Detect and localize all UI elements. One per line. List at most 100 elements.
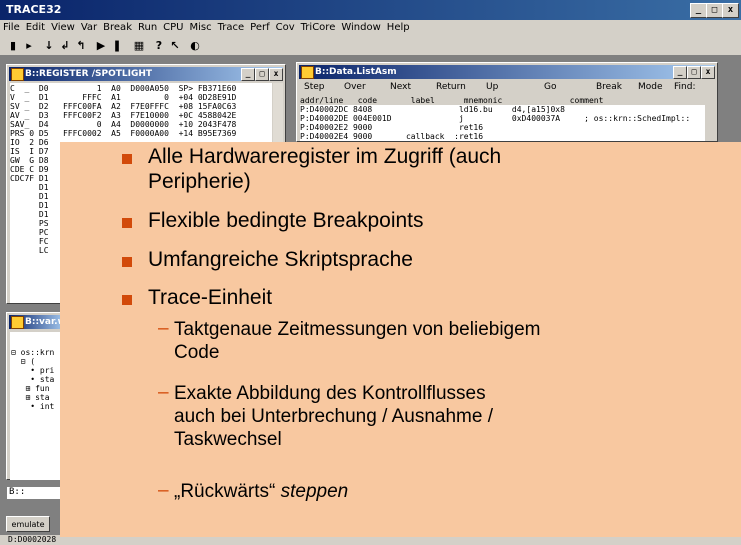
table-header: addr/line code label mnemonic comment (300, 96, 705, 105)
trace32-icon[interactable]: ◐ (188, 39, 202, 53)
up-button[interactable]: Up (486, 81, 498, 94)
menu-tricore[interactable]: TriCore (298, 20, 339, 33)
table-row[interactable]: P:D40002E2 9000 ret16 (300, 123, 483, 132)
tree-item[interactable]: ⊟ ( (11, 357, 35, 366)
register-row[interactable]: CDC7F D1 (10, 174, 49, 183)
register-row[interactable]: FC (10, 237, 49, 246)
register-row[interactable]: C _ D0 1 A0 D000A050 SP> FB371E60 (10, 84, 236, 93)
minimize-icon[interactable]: _ (241, 68, 255, 81)
listasm-window-titlebar[interactable]: B::Data.ListAsm _ □ x (299, 65, 715, 79)
register-row[interactable]: SV _ D2 FFFC00FA A2 F7E0FFFC +08 15FA0C6… (10, 102, 236, 111)
app-title-bar: TRACE32 _ □ x (0, 0, 741, 20)
var-watch-window: B::var.w ⊟ os::krn ⊟ ( • pri • sta ⊞ fun… (6, 312, 68, 480)
close-icon[interactable]: x (701, 66, 715, 79)
register-row[interactable]: D1 (10, 183, 49, 192)
step-over-icon[interactable]: ▸ (22, 39, 36, 53)
break-icon[interactable]: ❚ (110, 39, 124, 53)
register-row[interactable]: AV _ D3 FFFC00F2 A3 F7E10000 +0C 4588042… (10, 111, 236, 120)
slide-overlay-panel: Alle Hardwareregister im Zugriff (auch P… (60, 142, 741, 537)
help-icon[interactable]: ? (152, 39, 166, 53)
register-row[interactable]: CDE C D9 (10, 165, 49, 174)
tree-item[interactable]: • pri (11, 366, 54, 375)
register-row[interactable]: SAV_ D4 0 A4 D0000000 +10 2043F478 (10, 120, 236, 129)
menu-perf[interactable]: Perf (247, 20, 272, 33)
register-row[interactable]: LC (10, 246, 49, 255)
next-icon[interactable]: ↓ (42, 39, 56, 53)
menu-window[interactable]: Window (338, 20, 383, 33)
menu-trace[interactable]: Trace (215, 20, 248, 33)
register-row[interactable]: PS (10, 219, 49, 228)
close-icon[interactable]: x (269, 68, 283, 81)
menu-var[interactable]: Var (78, 20, 100, 33)
table-row[interactable]: P:D40002E4 9000 callback :ret16 (300, 132, 483, 141)
sub-bullet-dash: – (158, 480, 169, 501)
var-tree: ⊟ os::krn ⊟ ( • pri • sta ⊞ fun ⊞ sta • … (10, 332, 66, 480)
window-icon (301, 66, 314, 79)
go-button[interactable]: Go (544, 81, 556, 94)
register-row[interactable]: PC (10, 228, 49, 237)
return-icon[interactable]: ↲ (58, 39, 72, 53)
menu-run[interactable]: Run (135, 20, 160, 33)
context-help-icon[interactable]: ↖ (168, 39, 182, 53)
table-row[interactable]: P:D40002DC 8408 ld16.bu d4,[a15]0x8 (300, 105, 565, 114)
bullet-text: Flexible bedingte Breakpoints (148, 209, 424, 232)
menu-break[interactable]: Break (100, 20, 135, 33)
status-address: D:D0002028 (8, 535, 57, 544)
tree-item[interactable]: • int (11, 402, 54, 411)
menu-file[interactable]: File (0, 20, 23, 33)
go-icon[interactable]: ▶ (94, 39, 108, 53)
menu-help[interactable]: Help (384, 20, 413, 33)
over-button[interactable]: Over (344, 81, 366, 94)
up-icon[interactable]: ↰ (74, 39, 88, 53)
step-icon[interactable]: ▮ (6, 39, 20, 53)
break-button[interactable]: Break (596, 81, 622, 94)
mode-button[interactable]: Mode (638, 81, 663, 94)
register-window-titlebar[interactable]: B::REGISTER /SPOTLIGHT _ □ x (9, 67, 283, 81)
step-button[interactable]: Step (304, 81, 325, 94)
find-label: Find: (674, 82, 696, 92)
menu-cpu[interactable]: CPU (160, 20, 186, 33)
minimize-icon[interactable]: _ (673, 66, 687, 79)
tree-item[interactable]: ⊞ sta (11, 393, 49, 402)
sub-bullet-line: Taskwechsel (174, 429, 282, 450)
sub-bullet-line: auch bei Unterbrechung / Ausnahme / (174, 406, 493, 427)
menu-bar: File Edit View Var Break Run CPU Misc Trace Perf C… (0, 20, 741, 36)
sub-bullet-dash: – (158, 318, 169, 339)
register-row[interactable]: GW G D8 (10, 156, 49, 165)
register-row[interactable]: IO 2 D6 (10, 138, 49, 147)
menu-edit[interactable]: Edit (23, 20, 48, 33)
next-button[interactable]: Next (390, 81, 411, 94)
mode-icon[interactable]: ▦ (132, 39, 146, 53)
app-title: TRACE32 (6, 3, 62, 16)
register-row[interactable]: IS I D7 (10, 147, 49, 156)
emulate-button[interactable]: emulate (6, 516, 50, 532)
register-row[interactable]: V _ D1 FFFC A1 0 +04 0D28E91D (10, 93, 236, 102)
table-row[interactable]: P:D40002DE 004E001D j 0xD400037A ; os::k… (300, 114, 690, 123)
return-button[interactable]: Return (436, 81, 466, 94)
tree-item[interactable]: • sta (11, 375, 54, 384)
sub-bullet-line: Exakte Abbildung des Kontrollflusses (174, 383, 486, 404)
register-row[interactable]: D1 (10, 210, 49, 219)
bullet-text: Alle Hardwareregister im Zugriff (auch P… (148, 144, 501, 194)
sub-bullet-dash: – (158, 382, 169, 403)
menu-misc[interactable]: Misc (187, 20, 215, 33)
register-row[interactable]: D1 (10, 201, 49, 210)
close-icon[interactable]: x (722, 3, 739, 18)
minimize-icon[interactable]: _ (690, 3, 707, 18)
bullet-square (122, 295, 132, 305)
register-row[interactable]: PRS 0 D5 FFFC0002 A5 F0000A00 +14 B95E73… (10, 129, 236, 138)
maximize-icon[interactable]: □ (255, 68, 269, 81)
command-input[interactable]: B:: (6, 486, 66, 500)
tree-item[interactable]: ⊟ os::krn (11, 348, 54, 357)
maximize-icon[interactable]: □ (687, 66, 701, 79)
menu-cov[interactable]: Cov (273, 20, 298, 33)
menu-view[interactable]: View (48, 20, 78, 33)
var-window-titlebar[interactable]: B::var.w (9, 315, 66, 329)
listasm-toolbar: Step Over Next Return Up Go Break Mode F… (300, 81, 716, 95)
bullet-line: Alle Hardwareregister im Zugriff (auch (148, 145, 502, 168)
maximize-icon[interactable]: □ (706, 3, 723, 18)
register-row[interactable]: D1 (10, 192, 49, 201)
listasm-window-title: B::Data.ListAsm (315, 67, 397, 77)
sub-bullet-text: Taktgenaue Zeitmessungen von beliebigem … (174, 318, 541, 364)
tree-item[interactable]: ⊞ fun (11, 384, 49, 393)
